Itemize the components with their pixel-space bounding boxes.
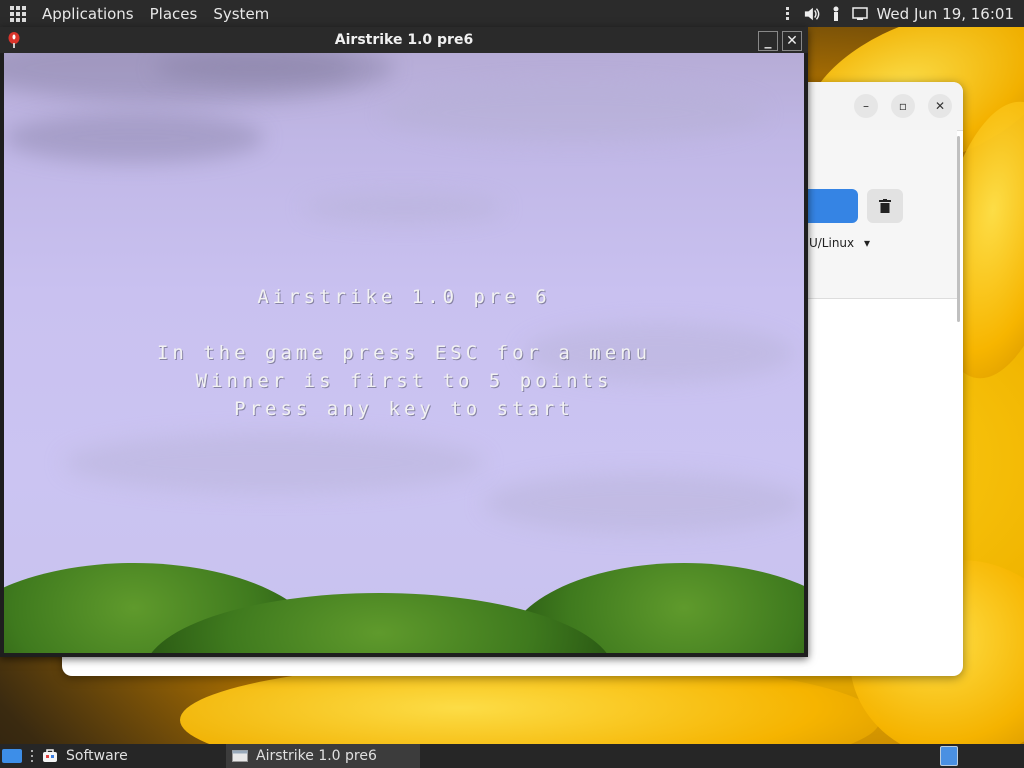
minimize-button[interactable]: _ [758, 31, 778, 51]
instruction-line-3: Press any key to start [234, 398, 574, 420]
game-intro-text: Airstrike 1.0 pre 6 In the game press ES… [4, 283, 804, 423]
clock[interactable]: Wed Jun 19, 16:01 [876, 5, 1014, 23]
instruction-line-2: Winner is first to 5 points [195, 370, 613, 392]
scrollbar[interactable] [957, 136, 960, 322]
volume-icon[interactable] [804, 6, 820, 22]
cloud [4, 113, 264, 163]
network-icon[interactable] [852, 6, 869, 22]
software-icon [43, 749, 57, 762]
window-icon [232, 750, 248, 762]
menu-applications[interactable]: Applications [34, 5, 142, 23]
taskbar-item-software[interactable]: Software [24, 744, 134, 768]
cloud [484, 473, 804, 533]
menu-places[interactable]: Places [142, 5, 206, 23]
distro-dropdown[interactable]: NU/Linux ▾ [800, 236, 870, 250]
game-canvas[interactable]: Airstrike 1.0 pre 6 In the game press ES… [4, 53, 804, 653]
cloud [304, 193, 504, 223]
grip-icon [31, 750, 33, 762]
overflow-icon[interactable] [780, 6, 796, 22]
trash-icon[interactable] [867, 189, 903, 223]
cloud [154, 53, 354, 83]
top-panel: Applications Places System Wed Jun 19, 1… [0, 0, 1024, 27]
chevron-down-icon: ▾ [863, 236, 870, 250]
apps-grid-icon[interactable] [10, 5, 26, 22]
game-title-text: Airstrike 1.0 pre 6 [257, 286, 551, 308]
maximize-icon[interactable]: ▫ [891, 94, 915, 118]
minimize-icon[interactable]: – [854, 94, 878, 118]
game-window: Airstrike 1.0 pre6 _ ✕ Airstrike 1.0 pre… [0, 27, 808, 657]
workspace-icon [940, 746, 958, 766]
dropdown-value: NU/Linux [800, 236, 855, 250]
workspace-switcher[interactable] [934, 744, 964, 768]
close-icon[interactable]: ✕ [928, 94, 952, 118]
airstrike-app-icon [8, 32, 20, 48]
user-icon[interactable] [828, 6, 844, 22]
instruction-line-1: In the game press ESC for a menu [156, 342, 652, 364]
show-desktop-button[interactable] [0, 744, 24, 768]
taskbar-item-label: Software [66, 748, 128, 764]
taskbar-item-airstrike[interactable]: Airstrike 1.0 pre6 [226, 744, 420, 768]
cloud [64, 433, 484, 493]
taskbar-item-label: Airstrike 1.0 pre6 [256, 748, 377, 764]
cloud [384, 83, 764, 143]
taskbar: Software Airstrike 1.0 pre6 [0, 744, 1024, 768]
close-button[interactable]: ✕ [782, 31, 802, 51]
menu-system[interactable]: System [205, 5, 277, 23]
window-title: Airstrike 1.0 pre6 [334, 32, 474, 48]
desktop-icon [2, 749, 22, 763]
window-titlebar[interactable]: Airstrike 1.0 pre6 _ ✕ [0, 27, 808, 53]
